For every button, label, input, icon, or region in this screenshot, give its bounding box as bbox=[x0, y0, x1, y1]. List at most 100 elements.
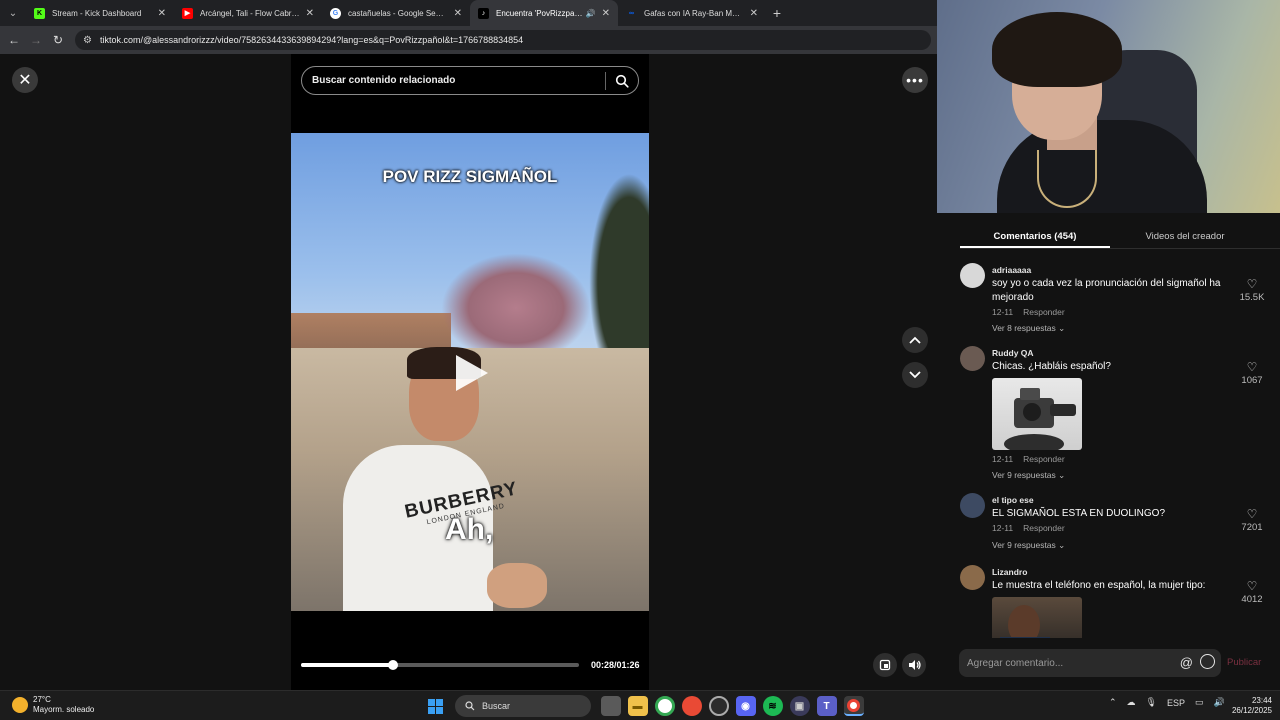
url-field[interactable]: ⚙ tiktok.com/@alessandrorizzz/video/7582… bbox=[75, 30, 931, 50]
close-tab-icon[interactable]: ✕ bbox=[602, 8, 610, 19]
tab-meta[interactable]: ∞ Gafas con IA Ray-Ban Meta Sky ✕ bbox=[618, 0, 766, 26]
site-info-icon[interactable]: ⚙ bbox=[83, 35, 92, 46]
search-icon bbox=[465, 701, 475, 711]
volume-icon[interactable] bbox=[902, 653, 926, 677]
comment-image[interactable] bbox=[992, 597, 1082, 638]
comment-date: 12-11 bbox=[992, 523, 1014, 533]
comment-placeholder: Agregar comentario... bbox=[967, 657, 1064, 669]
like-button[interactable]: ♡ 15.5K bbox=[1238, 278, 1266, 303]
previous-video-icon[interactable] bbox=[902, 327, 928, 353]
forward-icon[interactable]: → bbox=[25, 26, 47, 54]
reload-icon[interactable]: ↻ bbox=[47, 26, 69, 54]
avatar[interactable] bbox=[960, 263, 985, 288]
discord-icon[interactable]: ◉ bbox=[735, 696, 756, 716]
reply-button[interactable]: Responder bbox=[1023, 454, 1065, 464]
progress-fill bbox=[301, 663, 393, 667]
browser-tab-bar: ⌄ K Stream - Kick Dashboard ✕ ▶ Arcángel… bbox=[0, 0, 937, 26]
comment-meta: 12-11 Responder bbox=[992, 454, 1065, 464]
like-button[interactable]: ♡ 4012 bbox=[1238, 580, 1266, 605]
search-placeholder: Buscar contenido relacionado bbox=[312, 75, 456, 86]
back-icon[interactable]: ← bbox=[3, 26, 25, 54]
video-column: Buscar contenido relacionado BURBERRY LO… bbox=[291, 54, 649, 690]
related-search-input[interactable]: Buscar contenido relacionado bbox=[301, 66, 639, 95]
avatar[interactable] bbox=[960, 493, 985, 518]
close-icon[interactable]: ✕ bbox=[12, 67, 38, 93]
video-frame[interactable]: BURBERRY LONDON ENGLAND POV RIZZ SIGMAÑO… bbox=[291, 133, 649, 611]
app-icon[interactable]: ▣ bbox=[789, 696, 810, 716]
speaker-icon[interactable]: 🔊 bbox=[586, 9, 596, 18]
chevron-down-icon: ⌄ bbox=[1058, 540, 1066, 550]
next-video-icon[interactable] bbox=[902, 362, 928, 388]
taskbar-apps: Buscar ▬ ◉ ≋ ▣ T bbox=[422, 695, 867, 717]
tab-google[interactable]: G castañuelas - Google Search ✕ bbox=[322, 0, 470, 26]
comment-item: adriaaaaa soy yo o cada vez la pronuncia… bbox=[960, 263, 1265, 343]
tab-creator-videos[interactable]: Videos del creador bbox=[1110, 223, 1260, 248]
like-button[interactable]: ♡ 1067 bbox=[1238, 361, 1266, 386]
teams-icon[interactable]: T bbox=[816, 696, 837, 716]
task-view-icon[interactable] bbox=[600, 696, 621, 716]
chrome-active-icon[interactable] bbox=[843, 696, 864, 716]
tiktok-icon: ♪ bbox=[478, 7, 489, 19]
tab-youtube[interactable]: ▶ Arcángel, Tali - Flow Cabrón (V ✕ bbox=[174, 0, 322, 26]
video-subtitle-caption: Ah, bbox=[445, 513, 494, 546]
clock-time: 23:44 bbox=[1251, 696, 1272, 705]
chrome-icon[interactable] bbox=[654, 696, 675, 716]
mention-icon[interactable]: @ bbox=[1180, 655, 1193, 670]
comment-input[interactable]: Agregar comentario... @ bbox=[959, 649, 1221, 677]
publish-button[interactable]: Publicar bbox=[1227, 657, 1261, 668]
close-tab-icon[interactable]: ✕ bbox=[306, 8, 314, 19]
weather-widget[interactable]: 27°C Mayorm. soleado bbox=[12, 695, 94, 715]
progress-knob[interactable] bbox=[387, 660, 398, 670]
tab-tiktok[interactable]: ♪ Encuentra 'PovRizzpañol' e 🔊 ✕ bbox=[470, 0, 618, 26]
kick-icon: K bbox=[34, 7, 45, 19]
network-icon[interactable]: ▭ bbox=[1195, 697, 1204, 708]
close-tab-icon[interactable]: ✕ bbox=[158, 8, 166, 19]
reply-button[interactable]: Responder bbox=[1023, 523, 1065, 533]
system-tray: ⌃ ☁ 🎙 ESP ▭ 🔊 bbox=[1104, 697, 1230, 708]
cloud-icon[interactable]: ☁ bbox=[1127, 697, 1136, 708]
tab-kick[interactable]: K Stream - Kick Dashboard ✕ bbox=[26, 0, 174, 26]
view-replies-link[interactable]: Ver 8 respuestas ⌄ bbox=[992, 323, 1065, 334]
tab-search-chevron-icon[interactable]: ⌄ bbox=[0, 0, 26, 26]
view-replies-link[interactable]: Ver 9 respuestas ⌄ bbox=[992, 470, 1065, 481]
progress-bar[interactable] bbox=[301, 660, 579, 670]
chevron-down-icon: ⌄ bbox=[1058, 470, 1066, 480]
tab-comments[interactable]: Comentarios (454) bbox=[960, 223, 1110, 248]
clock[interactable]: 23:44 26/12/2025 bbox=[1228, 696, 1272, 716]
chrome-profile-icon[interactable] bbox=[681, 696, 702, 716]
comment-text: soy yo o cada vez la pronunciación del s… bbox=[992, 278, 1221, 303]
microphone-icon[interactable]: 🎙 bbox=[1146, 697, 1157, 708]
comment-username[interactable]: Ruddy QA bbox=[992, 348, 1034, 358]
reply-button[interactable]: Responder bbox=[1023, 307, 1065, 317]
comment-image[interactable] bbox=[992, 378, 1082, 450]
close-tab-icon[interactable]: ✕ bbox=[750, 8, 758, 19]
heart-icon: ♡ bbox=[1246, 579, 1258, 593]
search-icon[interactable] bbox=[615, 74, 629, 88]
taskbar-search[interactable]: Buscar bbox=[455, 695, 591, 717]
streamer-hair-shape bbox=[992, 12, 1122, 87]
avatar[interactable] bbox=[960, 346, 985, 371]
view-replies-text: Ver 9 respuestas bbox=[992, 470, 1056, 480]
comment-username[interactable]: adriaaaaa bbox=[992, 265, 1031, 275]
more-options-icon[interactable]: ••• bbox=[902, 67, 928, 93]
view-replies-link[interactable]: Ver 9 respuestas ⌄ bbox=[992, 540, 1065, 551]
play-icon[interactable] bbox=[456, 355, 488, 391]
comment-username[interactable]: el tipo ese bbox=[992, 495, 1034, 505]
obs-icon[interactable] bbox=[708, 696, 729, 716]
emoji-icon[interactable] bbox=[1200, 654, 1215, 669]
comment-username[interactable]: Lizandro bbox=[992, 567, 1027, 577]
search-divider bbox=[605, 72, 606, 90]
avatar[interactable] bbox=[960, 565, 985, 590]
tab-title: Stream - Kick Dashboard bbox=[52, 8, 142, 18]
language-indicator[interactable]: ESP bbox=[1167, 698, 1185, 708]
spotify-icon[interactable]: ≋ bbox=[762, 696, 783, 716]
view-replies-text: Ver 9 respuestas bbox=[992, 540, 1056, 550]
new-tab-button[interactable]: + bbox=[766, 5, 788, 21]
chevron-up-icon[interactable]: ⌃ bbox=[1109, 697, 1117, 708]
like-button[interactable]: ♡ 7201 bbox=[1238, 508, 1266, 533]
volume-icon[interactable]: 🔊 bbox=[1214, 697, 1225, 708]
windows-start-icon[interactable] bbox=[426, 696, 446, 716]
pip-icon[interactable] bbox=[873, 653, 897, 677]
file-explorer-icon[interactable]: ▬ bbox=[627, 696, 648, 716]
close-tab-icon[interactable]: ✕ bbox=[454, 8, 462, 19]
